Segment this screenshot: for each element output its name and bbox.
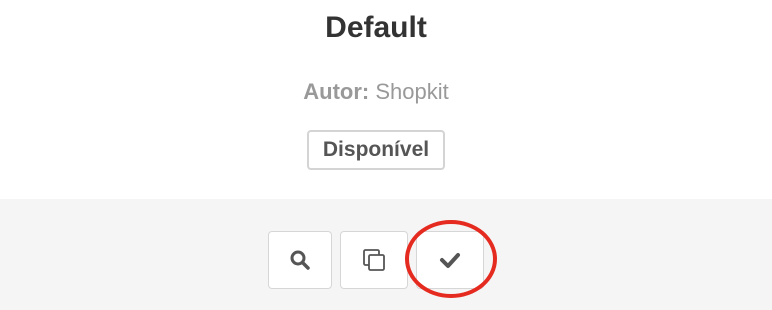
status-badge: Disponível <box>306 130 446 170</box>
duplicate-button[interactable] <box>340 231 408 289</box>
theme-author: Autor: Shopkit <box>0 78 752 106</box>
activate-button[interactable] <box>416 231 484 289</box>
copy-icon <box>361 247 387 273</box>
author-label: Autor: <box>303 79 370 104</box>
author-name: Shopkit <box>375 79 449 104</box>
status-badge-wrap: Disponível <box>0 130 752 170</box>
search-icon <box>289 249 311 271</box>
theme-title: Default <box>325 11 427 44</box>
action-buttons <box>268 231 484 289</box>
check-icon <box>439 251 461 269</box>
preview-button[interactable] <box>268 231 332 289</box>
theme-card: Default Autor: Shopkit Disponível <box>0 0 772 199</box>
